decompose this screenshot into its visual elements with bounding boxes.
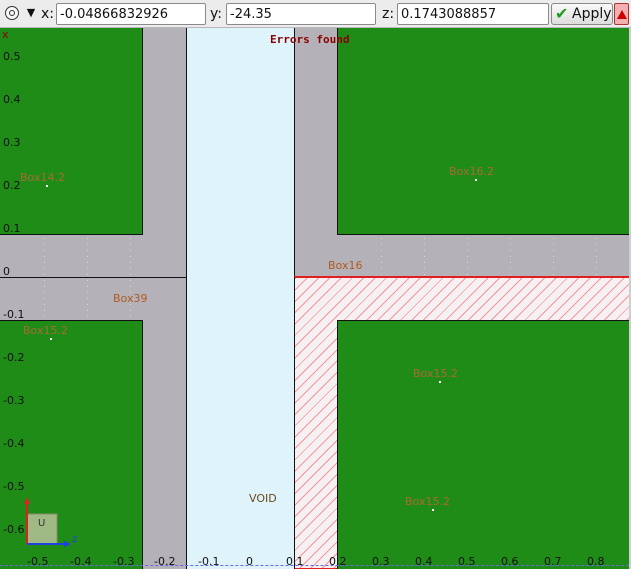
- region-label: Box15.2: [405, 495, 450, 508]
- x-tick-label: 0.2: [329, 555, 347, 568]
- checkmark-icon: ✔: [555, 4, 569, 23]
- x-label: x:: [41, 6, 55, 22]
- region-center-dot: [475, 179, 477, 181]
- x-tick-label: -0.2: [154, 555, 176, 568]
- y-tick-label: 0.1: [3, 222, 21, 235]
- y-tick-label: -0.5: [3, 480, 25, 493]
- region-box15-2-right[interactable]: [337, 320, 629, 569]
- x-tick-label: 0.4: [415, 555, 433, 568]
- y-coordinate-input[interactable]: [226, 3, 376, 25]
- region-center-dot: [46, 185, 48, 187]
- x-tick-label: 0.3: [372, 555, 390, 568]
- region-center-dot: [439, 381, 441, 383]
- y-tick-label: 0.4: [3, 93, 21, 106]
- y-tick-label: -0.2: [3, 351, 25, 364]
- x-tick-label: -0.1: [198, 555, 220, 568]
- viewport-bottom-edge: [0, 565, 629, 566]
- void-column[interactable]: [186, 28, 295, 569]
- x-tick-label: 0: [246, 555, 253, 568]
- region-label: Box16.2: [449, 165, 494, 178]
- void-label: VOID: [249, 492, 277, 505]
- geometry-viewport[interactable]: Errors found x 0.5 0.4 0.3 0.2 0.1 0 -0.…: [0, 28, 631, 569]
- boundary-line: [0, 277, 186, 278]
- region-box14-2[interactable]: [0, 28, 143, 235]
- region-label: Box16: [328, 259, 363, 272]
- y-tick-label: 0.2: [3, 179, 21, 192]
- x-tick-label: 0.7: [544, 555, 562, 568]
- axis-letter: x: [2, 28, 9, 41]
- y-tick-label: 0.3: [3, 136, 21, 149]
- region-center-dot: [432, 509, 434, 511]
- axis-widget-box-label: U: [38, 518, 46, 529]
- x-tick-label: -0.3: [113, 555, 135, 568]
- y-tick-label: -0.3: [3, 394, 25, 407]
- x-tick-label: 0.1: [286, 555, 304, 568]
- y-tick-label: 0.5: [3, 50, 21, 63]
- y-tick-label: -0.1: [3, 308, 25, 321]
- z-coordinate-input[interactable]: [397, 3, 549, 25]
- coordinate-toolbar: ▼ x: y: z: ✔ Apply: [0, 0, 631, 28]
- region-box16-2[interactable]: [337, 28, 629, 235]
- region-label: Box14.2: [20, 171, 65, 184]
- warning-triangle-icon[interactable]: [614, 3, 629, 25]
- x-tick-label: -0.4: [70, 555, 92, 568]
- region-label: Box39: [113, 292, 148, 305]
- y-tick-label: -0.4: [3, 437, 25, 450]
- chevron-down-icon[interactable]: ▼: [24, 4, 38, 22]
- z-label: z:: [382, 6, 395, 22]
- x-tick-label: 0.5: [458, 555, 476, 568]
- y-label: y:: [210, 6, 222, 22]
- x-tick-label: -0.5: [27, 555, 49, 568]
- target-icon[interactable]: [5, 6, 19, 20]
- apply-button[interactable]: ✔ Apply: [551, 3, 613, 25]
- apply-label: Apply: [572, 6, 612, 22]
- region-center-dot: [50, 338, 52, 340]
- x-tick-label: 0.8: [587, 555, 605, 568]
- region-label: Box15.2: [413, 367, 458, 380]
- x-coordinate-input[interactable]: [56, 3, 206, 25]
- region-label: Box15.2: [23, 324, 68, 337]
- x-tick-label: 0.6: [501, 555, 519, 568]
- errors-found-banner: Errors found: [270, 33, 350, 46]
- axis-widget-z-label: z: [72, 534, 78, 545]
- y-tick-label: 0: [3, 265, 10, 278]
- error-boundary-line: [294, 276, 629, 277]
